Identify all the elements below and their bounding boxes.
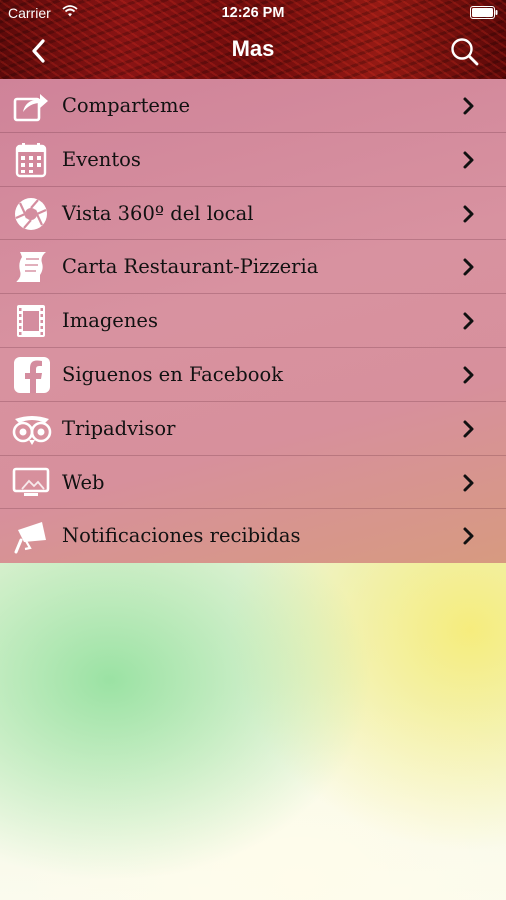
chevron-right-icon [463,205,474,223]
chevron-right-icon [463,474,474,492]
search-icon [451,38,479,66]
facebook-icon [12,356,50,393]
menu-item-imagenes[interactable]: Imagenes [0,294,506,348]
menu-item-label: Carta Restaurant-Pizzeria [62,255,319,279]
chevron-right-icon [463,258,474,276]
menu-item-label: Comparteme [62,94,190,117]
share-icon [12,88,50,124]
menu-item-label: Notificaciones recibidas [62,524,301,548]
header-bar: Carrier 12:26 PM Mas [0,0,506,79]
menu-item-label: Web [62,470,105,494]
chevron-right-icon [463,366,474,384]
menu-item-tripadvisor[interactable]: Tripadvisor [0,402,506,456]
status-bar: Carrier 12:26 PM [0,0,506,26]
menu-item-label: Eventos [62,147,141,171]
menu-item-eventos[interactable]: Eventos [0,133,506,187]
menu-item-carta[interactable]: Carta Restaurant-Pizzeria [0,240,506,295]
menu-item-comparteme[interactable]: Comparteme [0,79,506,133]
chevron-right-icon [463,97,474,115]
menu-item-notificaciones[interactable]: Notificaciones recibidas [0,509,506,563]
chevron-right-icon [463,151,474,169]
search-button[interactable] [449,36,481,68]
menu-item-label: Tripadvisor [62,416,176,440]
monitor-icon [12,465,50,501]
menu-item-web[interactable]: Web [0,456,506,510]
status-time: 12:26 PM [221,5,285,21]
menu-item-label: Vista 360º del local [62,201,254,225]
aperture-icon [12,196,50,232]
megaphone-icon [12,518,50,554]
tripadvisor-owl-icon [12,411,52,447]
navigation-bar: Mas [0,26,506,79]
film-icon [12,303,50,339]
chevron-right-icon [463,420,474,438]
chevron-right-icon [463,527,474,545]
menu-item-vista-360[interactable]: Vista 360º del local [0,187,506,241]
page-title: Mas [231,36,275,61]
menu-item-label: Imagenes [62,309,158,333]
menu-item-label: Siguenos en Facebook [62,362,284,386]
calendar-icon [12,142,50,178]
menu-list: Comparteme Eventos Vista 360º del local … [0,79,506,563]
scroll-icon [12,249,50,285]
menu-item-facebook[interactable]: Siguenos en Facebook [0,348,506,402]
chevron-right-icon [463,312,474,330]
battery-icon [470,6,498,22]
